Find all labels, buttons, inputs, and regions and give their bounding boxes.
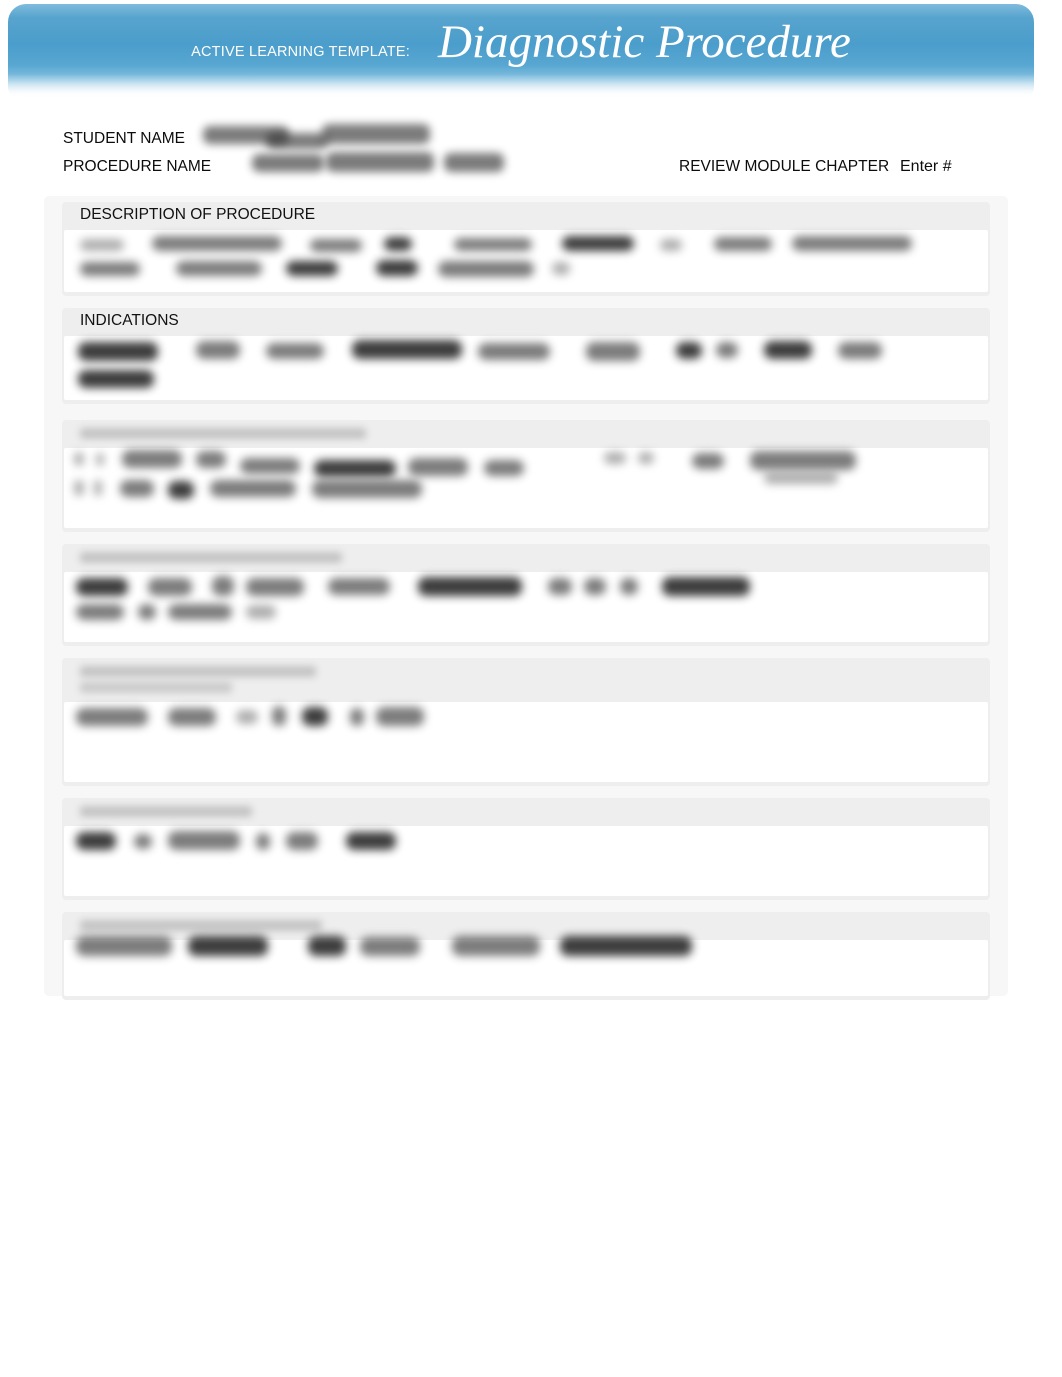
section-body-3[interactable]: [64, 448, 988, 528]
section-5: [62, 658, 990, 786]
review-module-chapter-value[interactable]: Enter #: [900, 158, 952, 176]
section-6: [62, 798, 990, 900]
section-body-7[interactable]: [64, 936, 988, 996]
section-3: [62, 420, 990, 532]
section-body-description-of-procedure[interactable]: [64, 230, 988, 292]
section-title-indications: INDICATIONS: [80, 312, 179, 329]
form-meta-row: STUDENT NAME PROCEDURE NAME REVIEW MODUL…: [0, 124, 1062, 192]
page-title: Diagnostic Procedure: [437, 15, 851, 68]
section-7: [62, 912, 990, 1000]
section-4: [62, 544, 990, 646]
section-indications: INDICATIONS: [62, 308, 990, 404]
template-banner: ACTIVE LEARNING TEMPLATE: Diagnostic Pro…: [8, 4, 1034, 100]
section-title-description-of-procedure: DESCRIPTION OF PROCEDURE: [80, 206, 316, 223]
section-body-indications[interactable]: [64, 336, 988, 400]
review-module-chapter-label: REVIEW MODULE CHAPTER: [679, 158, 890, 175]
section-body-5[interactable]: [64, 702, 988, 782]
banner-content: ACTIVE LEARNING TEMPLATE: Diagnostic Pro…: [8, 4, 1034, 82]
section-body-6[interactable]: [64, 826, 988, 896]
section-body-4[interactable]: [64, 572, 988, 642]
template-body-sheet: DESCRIPTION OF PROCEDURE INDICATIONS: [44, 196, 1008, 1000]
section-description-of-procedure: DESCRIPTION OF PROCEDURE: [62, 202, 990, 296]
banner-eyebrow-label: ACTIVE LEARNING TEMPLATE:: [191, 44, 410, 60]
student-name-label: STUDENT NAME: [63, 130, 186, 147]
procedure-name-label: PROCEDURE NAME: [63, 158, 212, 175]
